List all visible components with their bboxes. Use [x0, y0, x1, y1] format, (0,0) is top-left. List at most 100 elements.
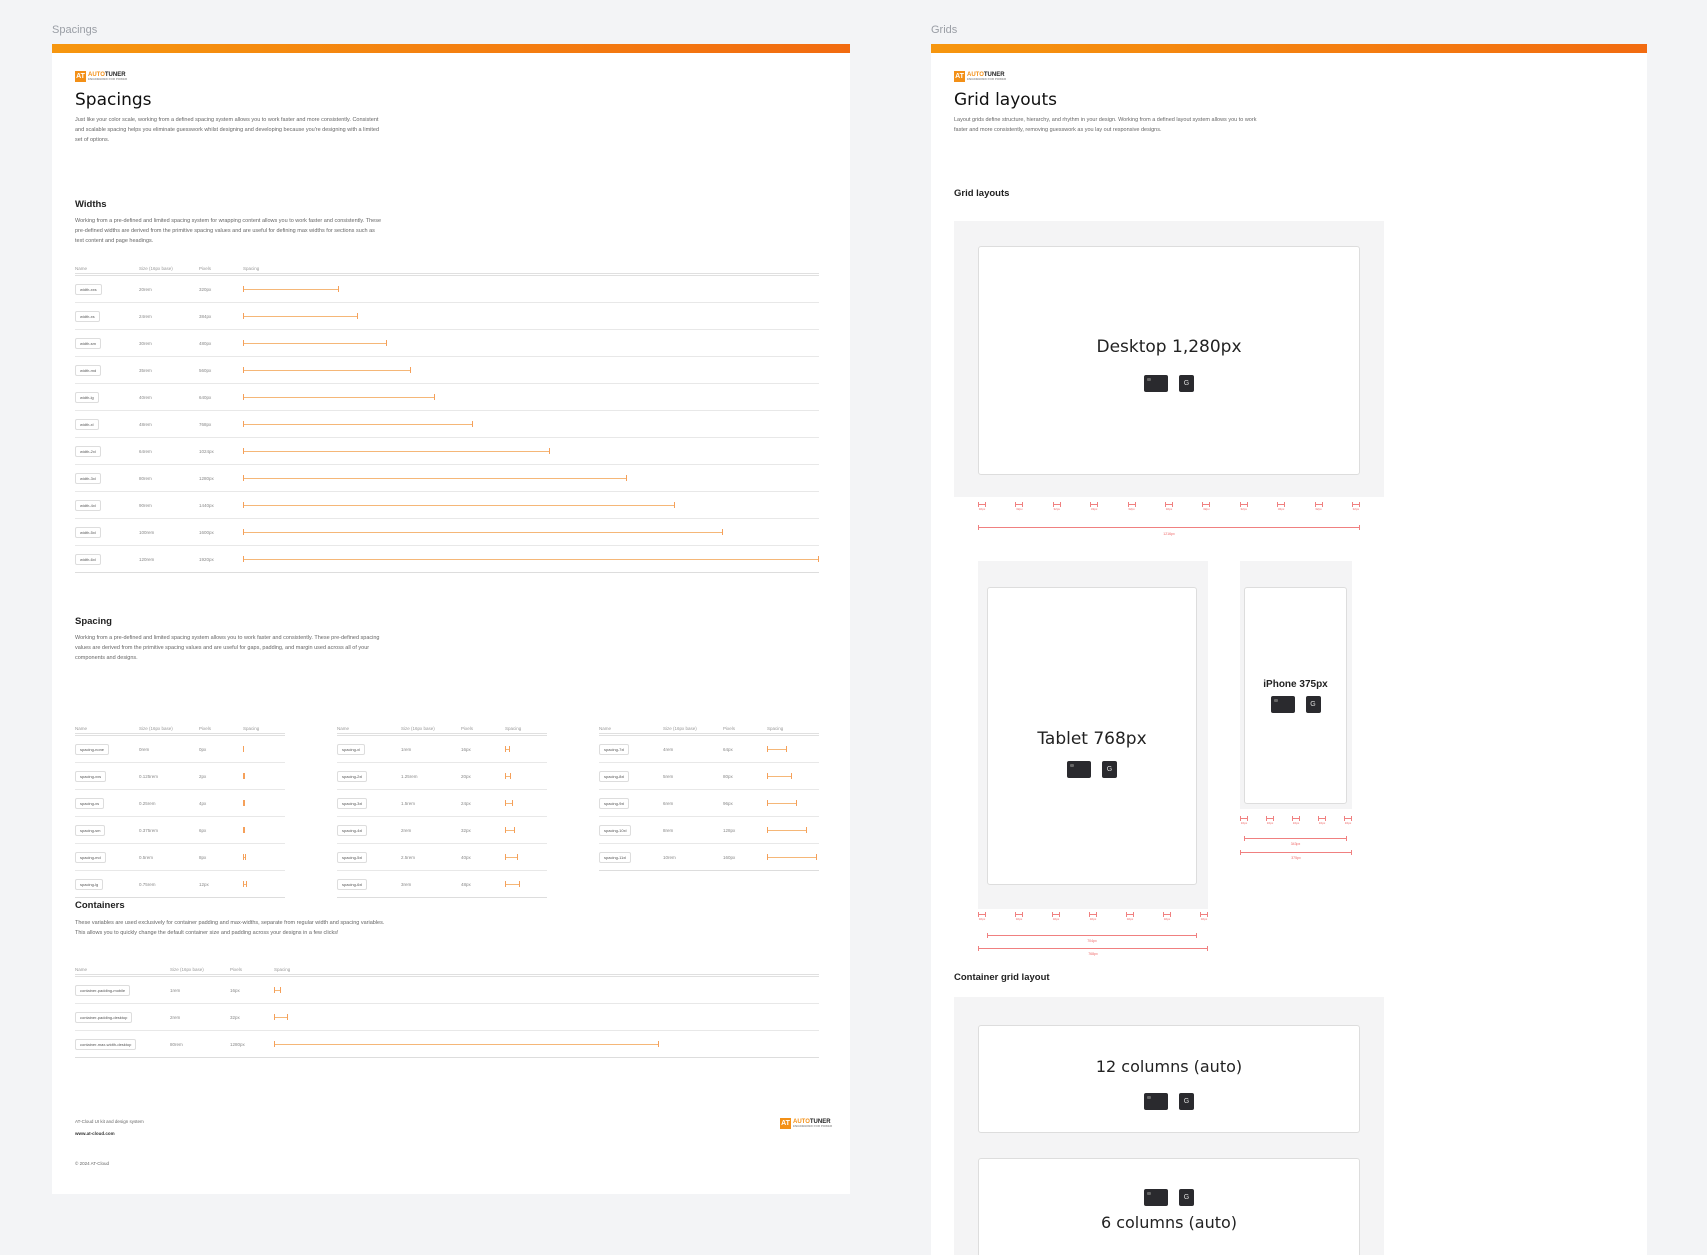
spacing-bar — [243, 773, 245, 779]
tablet-card[interactable]: Tablet 768px G — [987, 587, 1197, 885]
spacing-bar — [767, 746, 787, 752]
token-name-pill[interactable]: container-padding-desktop — [75, 1011, 133, 1023]
grids-frame: AT AUTOTUNER ENGINEERED FOR POWER Grid la… — [931, 44, 1647, 1255]
token-name-pill[interactable]: spacing-5xl — [337, 851, 368, 863]
g-icon[interactable]: G — [1305, 696, 1321, 713]
name-cell: spacing-xxs — [75, 770, 139, 782]
token-name-pill[interactable]: spacing-2xl — [337, 770, 368, 782]
table-header: Name Size (16px base) Pixels Spacing — [337, 726, 547, 736]
token-name-pill[interactable]: spacing-xxs — [75, 770, 107, 782]
table-row: spacing-4xl 2rem 32px — [337, 817, 547, 844]
name-cell: spacing-md — [75, 851, 139, 863]
size-cell: 0.375rem — [139, 827, 159, 833]
token-name-pill[interactable]: width-md — [75, 364, 102, 376]
gutter-label: 32px — [1240, 507, 1247, 511]
gutter-marker: 32px — [1239, 502, 1248, 511]
column-header: Pixels — [723, 726, 736, 731]
desktop-grid-preview: Desktop 1,280px G — [954, 221, 1384, 497]
name-cell: spacing-3xl — [337, 797, 401, 809]
token-name-pill[interactable]: spacing-10xl — [599, 824, 632, 836]
spacing-cell — [243, 313, 819, 319]
spacing-cell — [243, 529, 819, 535]
g-icon[interactable]: G — [1102, 761, 1117, 778]
token-name-pill[interactable]: spacing-xs — [75, 797, 105, 809]
name-cell: spacing-7xl — [599, 743, 663, 755]
iphone-card[interactable]: iPhone 375px G — [1244, 587, 1347, 804]
gutter-marker: 16px — [1240, 816, 1248, 825]
spacing-bar — [243, 421, 474, 427]
table-row: spacing-xxs 0.125rem 2px — [75, 763, 285, 790]
g-icon[interactable]: G — [1179, 375, 1194, 392]
token-name-pill[interactable]: width-2xl — [75, 445, 101, 457]
column-header: Spacing — [767, 726, 784, 731]
gutter-marker: 32px — [1164, 502, 1173, 511]
grid-layouts-heading: Grid layouts — [954, 188, 1010, 199]
token-name-pill[interactable]: spacing-11xl — [599, 851, 632, 863]
column-header: Name — [75, 967, 88, 972]
gutter-tick — [1052, 912, 1060, 917]
spacing-bar — [243, 367, 412, 373]
column-header: Size (16px base) — [170, 967, 204, 972]
twelve-columns-card[interactable]: 12 columns (auto) G — [978, 1025, 1360, 1133]
figma-icon[interactable] — [1067, 761, 1091, 778]
table-row: spacing-8xl 5rem 80px — [599, 763, 819, 790]
token-name-pill[interactable]: width-4xl — [75, 499, 101, 511]
gutter-label: 32px — [1052, 917, 1060, 921]
footer-website-link[interactable]: www.at-cloud.com — [75, 1131, 115, 1136]
figma-icon[interactable] — [1270, 696, 1295, 713]
table-row: spacing-3xl 1.5rem 24px — [337, 790, 547, 817]
token-name-pill[interactable]: width-5xl — [75, 526, 101, 538]
gutter-marker: 32px — [1126, 912, 1134, 921]
pixels-cell: 768px — [199, 421, 212, 427]
gutter-tick — [1127, 502, 1136, 507]
token-name-pill[interactable]: spacing-md — [75, 851, 106, 863]
token-name-pill[interactable]: container-max-width-desktop — [75, 1038, 137, 1050]
gutter-label: 32px — [1015, 917, 1023, 921]
iphone-width-label: 375px — [1291, 856, 1301, 860]
token-name-pill[interactable]: width-3xl — [75, 472, 101, 484]
spacing-bar — [243, 313, 359, 319]
figma-icon[interactable] — [1144, 1189, 1168, 1206]
desktop-card[interactable]: Desktop 1,280px G — [978, 246, 1360, 475]
g-icon[interactable]: G — [1179, 1093, 1194, 1110]
token-name-pill[interactable]: spacing-8xl — [599, 770, 630, 782]
iphone-title: iPhone 375px — [1263, 679, 1328, 690]
token-name-pill[interactable]: spacing-6xl — [337, 878, 368, 890]
token-name-pill[interactable]: spacing-3xl — [337, 797, 368, 809]
size-cell: 0.125rem — [139, 773, 159, 779]
token-name-pill[interactable]: width-xxs — [75, 283, 102, 295]
token-name-pill[interactable]: spacing-none — [75, 743, 110, 755]
column-header: Spacing — [505, 726, 522, 731]
figma-icon[interactable] — [1144, 375, 1168, 392]
token-name-pill[interactable]: spacing-lg — [75, 878, 104, 890]
token-name-pill[interactable]: spacing-xl — [337, 743, 366, 755]
token-name-pill[interactable]: spacing-4xl — [337, 824, 368, 836]
figma-icon[interactable] — [1144, 1093, 1168, 1110]
spacing-cell — [243, 421, 819, 427]
token-name-pill[interactable]: width-xs — [75, 310, 100, 322]
frame-label-grids[interactable]: Grids — [931, 24, 957, 36]
six-columns-card[interactable]: G 6 columns (auto) — [978, 1158, 1360, 1255]
token-name-pill[interactable]: width-sm — [75, 337, 102, 349]
frame-label-spacings[interactable]: Spacings — [52, 24, 97, 36]
spacing-cell — [243, 827, 285, 833]
gutter-tick — [1052, 502, 1061, 507]
token-name-pill[interactable]: width-xl — [75, 418, 99, 430]
table-row: spacing-none 0rem 0px — [75, 736, 285, 763]
token-name-pill[interactable]: spacing-sm — [75, 824, 106, 836]
table-row: spacing-xs 0.25rem 4px — [75, 790, 285, 817]
token-name-pill[interactable]: container-padding-mobile — [75, 984, 131, 996]
gutter-tick — [1164, 502, 1173, 507]
spacing-cell — [243, 286, 819, 292]
token-name-pill[interactable]: width-6xl — [75, 553, 101, 565]
gutter-tick — [1202, 502, 1211, 507]
gutter-label: 16px — [1344, 821, 1352, 825]
gutter-tick — [978, 912, 986, 917]
pixels-cell: 1920px — [199, 556, 214, 562]
gutter-marker: 32px — [1163, 912, 1171, 921]
token-name-pill[interactable]: width-lg — [75, 391, 99, 403]
token-name-pill[interactable]: spacing-9xl — [599, 797, 630, 809]
token-name-pill[interactable]: spacing-7xl — [599, 743, 630, 755]
pixels-cell: 480px — [199, 340, 212, 346]
g-icon[interactable]: G — [1179, 1189, 1194, 1206]
